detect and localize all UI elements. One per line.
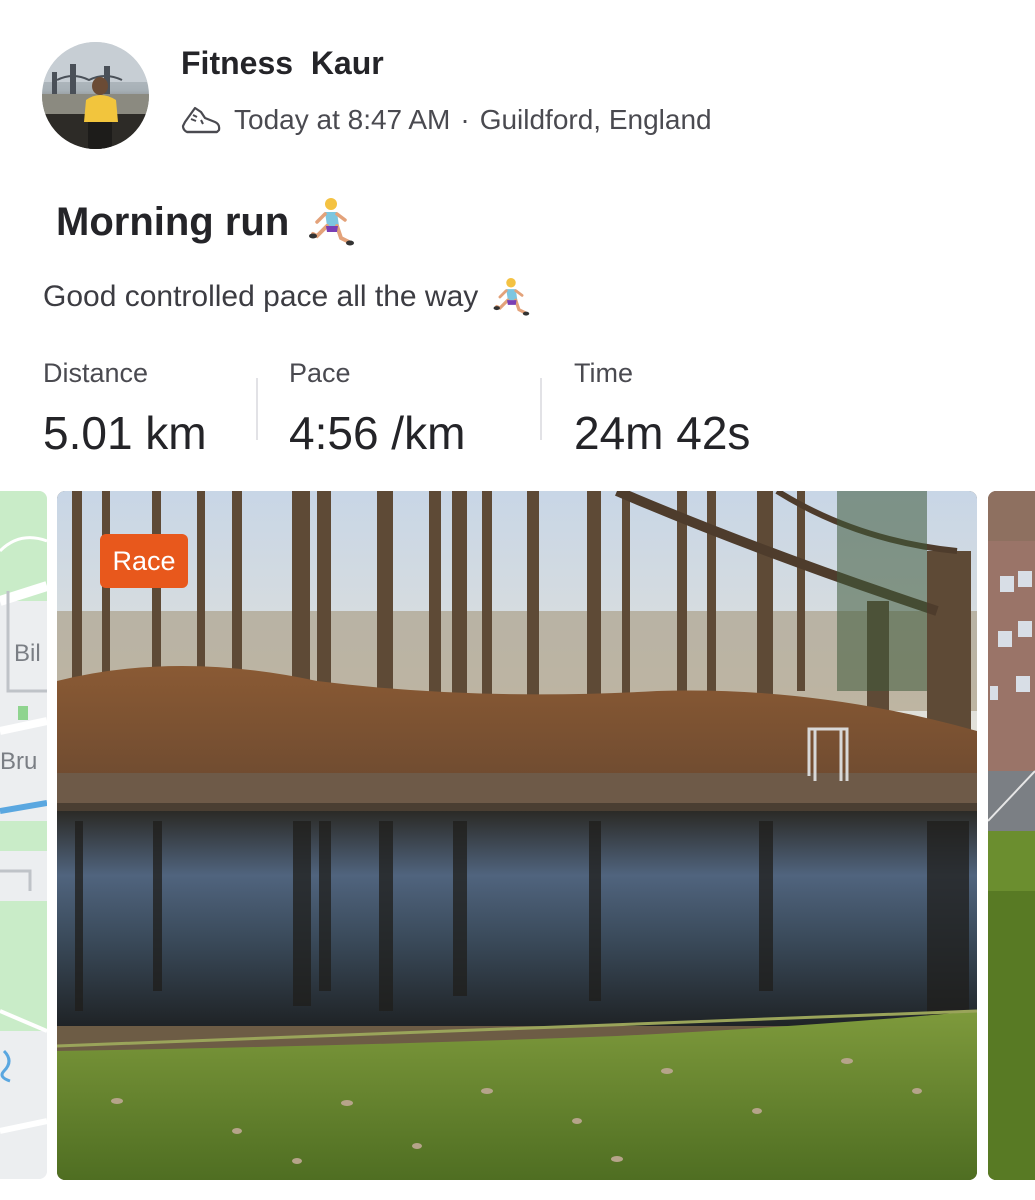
stat-pace-value: 4:56 /km xyxy=(289,407,466,459)
author-name[interactable]: Fitness Kaur xyxy=(181,45,384,82)
race-badge: Race xyxy=(100,534,188,588)
stat-time: Time 24m 42s xyxy=(574,358,750,460)
stat-distance: Distance 5.01 km xyxy=(43,358,207,460)
next-activity-photo[interactable] xyxy=(988,491,1035,1180)
stat-distance-label: Distance xyxy=(43,358,149,388)
route-map-thumbnail[interactable]: Bil Bru xyxy=(0,491,47,1179)
activity-meta: Today at 8:47 AM · Guildford, England xyxy=(181,100,712,140)
stat-divider xyxy=(540,378,542,440)
stat-pace: Pace 4:56 /km xyxy=(289,358,465,460)
map-label: Bil xyxy=(14,640,41,667)
meta-separator: · xyxy=(460,104,470,135)
activity-description: Good controlled pace all the way xyxy=(43,280,479,313)
stat-time-value: 24m 42s xyxy=(574,407,751,459)
woman-running-emoji-icon xyxy=(493,278,530,316)
activity-title[interactable]: Morning run xyxy=(56,200,289,245)
map-label: Bru xyxy=(0,748,37,775)
stat-distance-value: 5.01 km xyxy=(43,407,207,459)
activity-location: Guildford, England xyxy=(479,104,712,135)
stat-time-label: Time xyxy=(574,358,633,388)
activity-title-row[interactable]: Morning run xyxy=(56,196,355,248)
avatar[interactable] xyxy=(42,42,149,149)
activity-photo[interactable] xyxy=(57,491,977,1180)
activity-description-row: Good controlled pace all the way xyxy=(43,276,530,318)
running-shoe-icon xyxy=(181,106,221,134)
stat-divider xyxy=(256,378,258,440)
woman-running-emoji-icon xyxy=(309,198,355,246)
activity-time: Today at 8:47 AM xyxy=(234,104,451,135)
stat-pace-label: Pace xyxy=(289,358,351,388)
